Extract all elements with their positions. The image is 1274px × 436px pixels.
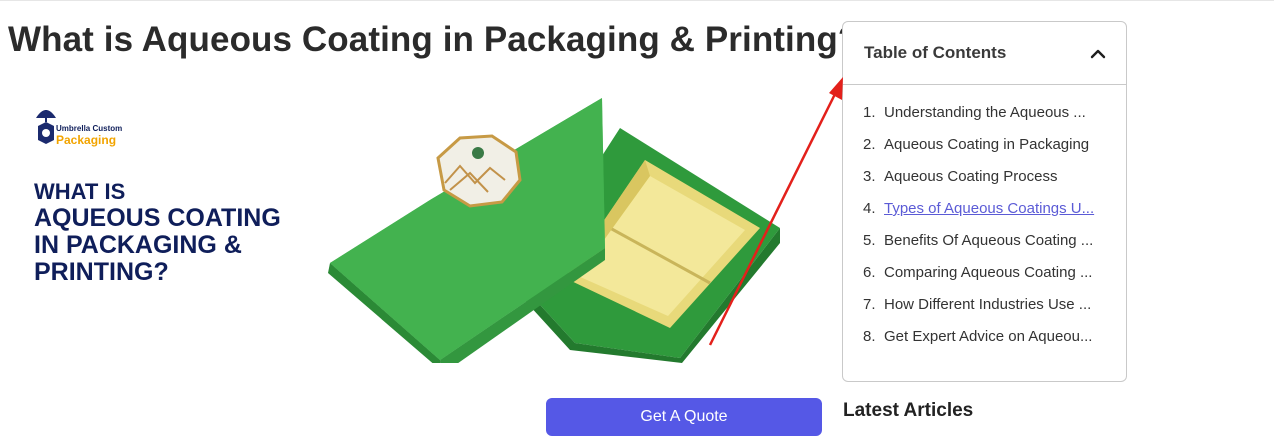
latest-articles-heading: Latest Articles: [843, 400, 974, 421]
get-a-quote-button[interactable]: Get A Quote: [546, 398, 822, 436]
top-divider: [0, 0, 1274, 1]
toc-item-number: 2.: [863, 136, 876, 153]
toc-item[interactable]: 7. How Different Industries Use ...: [863, 296, 1126, 328]
toc-item-number: 6.: [863, 264, 876, 281]
toc-item[interactable]: 5. Benefits Of Aqueous Coating ...: [863, 232, 1126, 264]
toc-item-link[interactable]: Aqueous Coating in Packaging: [884, 136, 1104, 168]
toc-item-number: 8.: [863, 328, 876, 345]
logo-text-bottom: Packaging: [56, 133, 117, 147]
table-of-contents: Table of Contents 1. Understanding the Aq…: [842, 21, 1127, 382]
toc-title: Table of Contents: [864, 43, 1007, 62]
brand-logo: Umbrella Custom Packaging: [34, 102, 144, 150]
toc-list: 1. Understanding the Aqueous ... 2. Aqueou…: [843, 85, 1126, 360]
toc-item-link[interactable]: Benefits Of Aqueous Coating ...: [884, 232, 1104, 264]
hero-line-3: IN PACKAGING &: [34, 231, 242, 259]
logo-text-top: Umbrella Custom: [56, 124, 123, 133]
toc-item-link[interactable]: How Different Industries Use ...: [884, 296, 1104, 328]
toc-item-active[interactable]: 4. Types of Aqueous Coatings U...: [863, 200, 1126, 232]
hero-line-1: WHAT IS: [34, 179, 126, 204]
toc-item[interactable]: 6. Comparing Aqueous Coating ...: [863, 264, 1126, 296]
toc-item-number: 7.: [863, 296, 876, 313]
toc-item-number: 5.: [863, 232, 876, 249]
hero-line-4: PRINTING?: [34, 258, 169, 286]
toc-header[interactable]: Table of Contents: [843, 22, 1126, 85]
toc-item[interactable]: 3. Aqueous Coating Process: [863, 168, 1126, 200]
toc-item-link[interactable]: Comparing Aqueous Coating ...: [884, 264, 1104, 296]
toc-item-link[interactable]: Get Expert Advice on Aqueou...: [884, 328, 1104, 360]
umbrella-logo-icon: [36, 110, 56, 144]
toc-item[interactable]: 8. Get Expert Advice on Aqueou...: [863, 328, 1126, 360]
hero-line-2: AQUEOUS COATING: [34, 204, 281, 232]
toc-item[interactable]: 1. Understanding the Aqueous ...: [863, 104, 1126, 136]
toc-item-number: 3.: [863, 168, 876, 185]
toc-item-number: 4.: [863, 200, 876, 217]
toc-item[interactable]: 2. Aqueous Coating in Packaging: [863, 136, 1126, 168]
page-title: What is Aqueous Coating in Packaging & P…: [8, 20, 860, 59]
toc-item-link[interactable]: Understanding the Aqueous ...: [884, 104, 1104, 136]
chevron-up-icon[interactable]: [1088, 44, 1108, 64]
toc-item-number: 1.: [863, 104, 876, 121]
toc-item-link[interactable]: Types of Aqueous Coatings U...: [884, 200, 1104, 232]
green-box-illustration: [328, 98, 780, 363]
hero-heading: WHAT IS AQUEOUS COATING IN PACKAGING & P…: [34, 178, 334, 286]
featured-image: Umbrella Custom Packaging WHAT IS AQUEOU…: [0, 78, 800, 368]
toc-item-link[interactable]: Aqueous Coating Process: [884, 168, 1104, 200]
